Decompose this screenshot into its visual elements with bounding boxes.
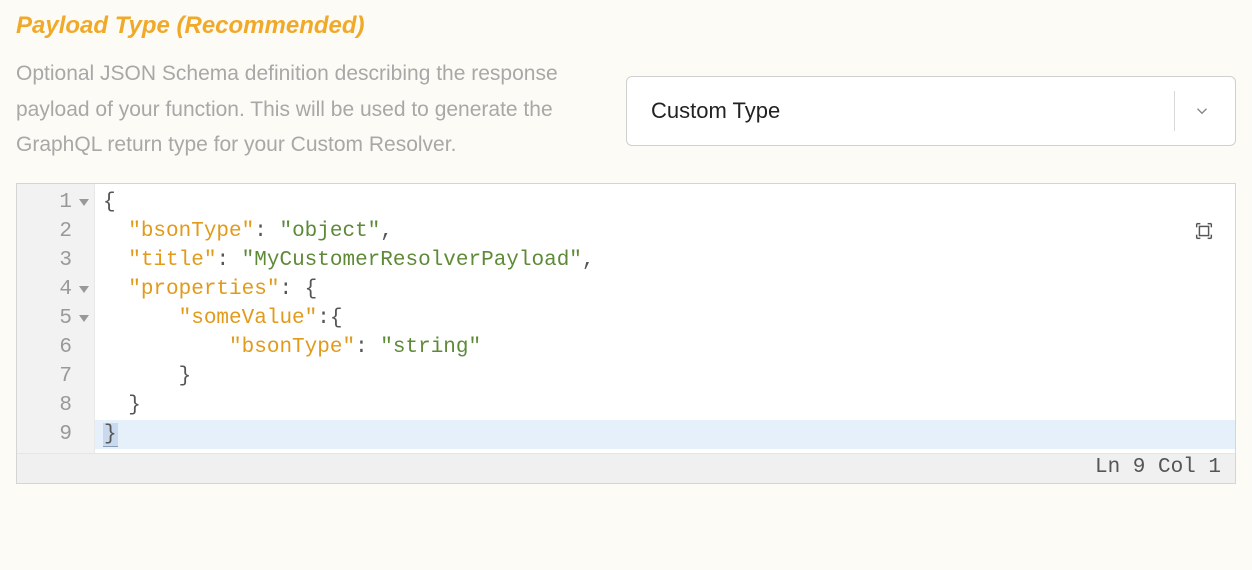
code-line: "bsonType": "object",	[103, 217, 1235, 246]
select-divider	[1174, 91, 1175, 131]
code-line: "title": "MyCustomerResolverPayload",	[103, 246, 1235, 275]
editor-status-bar: Ln 9 Col 1	[17, 453, 1235, 483]
line-number: 3	[17, 246, 94, 275]
chevron-down-icon	[1193, 102, 1211, 120]
code-line: }	[103, 391, 1235, 420]
line-number: 9	[17, 420, 94, 449]
code-line: "someValue":{	[103, 304, 1235, 333]
code-line: {	[103, 188, 1235, 217]
line-number: 6	[17, 333, 94, 362]
line-number: 1	[17, 188, 94, 217]
line-number: 8	[17, 391, 94, 420]
code-line: }	[103, 362, 1235, 391]
json-schema-editor[interactable]: 1 2 3 4 5 6 7 8 9 { "bsonType": "object"…	[16, 183, 1236, 484]
code-line: "properties": {	[103, 275, 1235, 304]
fullscreen-icon[interactable]	[1193, 220, 1215, 242]
code-line-active: }	[95, 420, 1235, 449]
code-line: "bsonType": "string"	[103, 333, 1235, 362]
section-title: Payload Type (Recommended)	[16, 12, 576, 40]
section-description: Optional JSON Schema definition describi…	[16, 56, 576, 163]
select-value: Custom Type	[651, 98, 1174, 124]
line-number: 5	[17, 304, 94, 333]
line-number: 7	[17, 362, 94, 391]
line-number: 2	[17, 217, 94, 246]
payload-type-select[interactable]: Custom Type	[626, 76, 1236, 146]
editor-content[interactable]: { "bsonType": "object", "title": "MyCust…	[95, 184, 1235, 453]
editor-gutter: 1 2 3 4 5 6 7 8 9	[17, 184, 95, 453]
line-number: 4	[17, 275, 94, 304]
